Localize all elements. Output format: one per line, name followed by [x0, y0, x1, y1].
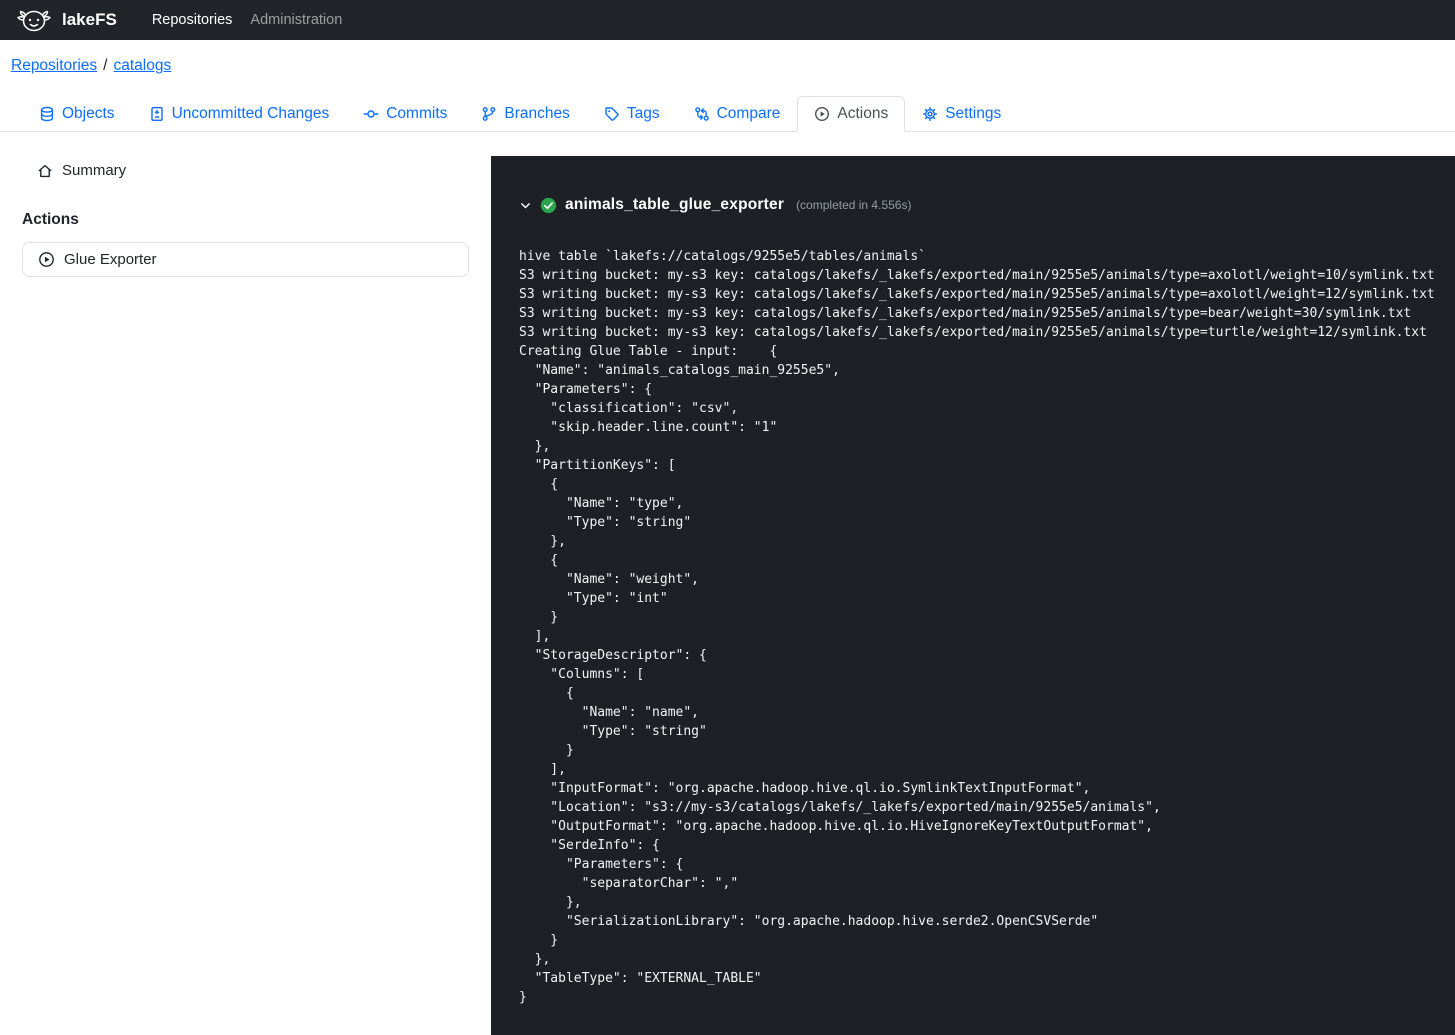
play-icon [814, 106, 830, 122]
compare-icon [694, 106, 710, 122]
tab-label: Actions [837, 105, 888, 123]
gear-icon [922, 106, 938, 122]
action-run-panel: animals_table_glue_exporter (completed i… [491, 156, 1455, 1035]
breadcrumb: Repositories/catalogs [0, 40, 1455, 75]
tab-label: Branches [504, 105, 569, 123]
file-diff-icon [149, 106, 165, 122]
summary-label: Summary [62, 162, 126, 179]
actions-page-content: Summary Actions Glue Exporter [0, 132, 1455, 1035]
brand-link[interactable]: lakeFS [16, 7, 117, 33]
tab-uncommitted-changes[interactable]: Uncommitted Changes [132, 96, 347, 132]
commit-icon [363, 106, 379, 122]
repo-tab-bar: Objects Uncommitted Changes Commits [0, 96, 1455, 132]
database-icon [39, 106, 55, 122]
home-icon [37, 163, 53, 179]
tag-icon [604, 106, 620, 122]
tab-label: Tags [627, 105, 660, 123]
breadcrumb-link-repositories[interactable]: Repositories [11, 57, 97, 74]
nav-item-administration[interactable]: Administration [241, 12, 351, 28]
run-duration: (completed in 4.556s) [796, 198, 911, 212]
action-list: Glue Exporter [22, 242, 469, 277]
brand-name: lakeFS [62, 10, 117, 30]
tab-actions[interactable]: Actions [797, 96, 905, 132]
actions-sidebar: Summary Actions Glue Exporter [0, 156, 491, 1035]
tab-label: Compare [717, 105, 781, 123]
actions-heading: Actions [22, 211, 469, 229]
tab-settings[interactable]: Settings [905, 96, 1018, 132]
play-circle-icon [38, 251, 55, 268]
nav-item-repositories[interactable]: Repositories [143, 12, 242, 28]
summary-link[interactable]: Summary [22, 156, 141, 185]
tab-compare[interactable]: Compare [677, 96, 798, 132]
action-item-glue-exporter[interactable]: Glue Exporter [23, 243, 468, 276]
top-navbar: lakeFS Repositories Administration [0, 0, 1455, 40]
success-check-icon [540, 197, 557, 214]
tab-tags[interactable]: Tags [587, 96, 677, 132]
tab-label: Settings [945, 105, 1001, 123]
run-header: animals_table_glue_exporter (completed i… [519, 196, 1427, 214]
breadcrumb-link-catalogs[interactable]: catalogs [113, 57, 171, 74]
action-item-label: Glue Exporter [64, 251, 157, 268]
run-log: hive table `lakefs://catalogs/9255e5/tab… [519, 247, 1427, 1007]
lakefs-axolotl-logo-icon [16, 7, 52, 33]
tab-commits[interactable]: Commits [346, 96, 464, 132]
tab-label: Objects [62, 105, 115, 123]
tab-objects[interactable]: Objects [22, 96, 132, 132]
run-title: animals_table_glue_exporter [565, 196, 784, 214]
tab-label: Commits [386, 105, 447, 123]
breadcrumb-separator: / [97, 57, 113, 74]
collapse-chevron-icon[interactable] [519, 199, 532, 212]
tab-label: Uncommitted Changes [172, 105, 330, 123]
branch-icon [481, 106, 497, 122]
tab-branches[interactable]: Branches [464, 96, 586, 132]
